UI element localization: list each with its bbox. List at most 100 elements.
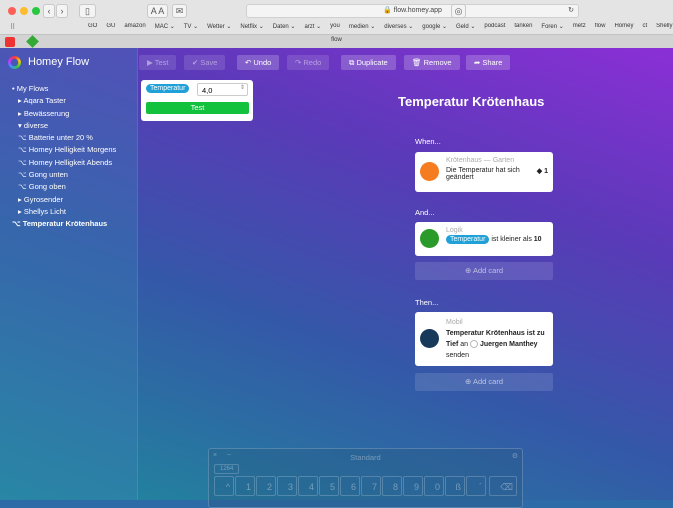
bookmark-item[interactable]: podcast — [484, 23, 505, 33]
bookmark-item[interactable]: Netflix ⌄ — [240, 23, 263, 33]
test-label: Test — [154, 58, 169, 67]
keyboard-key[interactable]: ß — [445, 476, 465, 496]
token-pill: Temperatur — [146, 84, 190, 93]
sidebar-item[interactable]: ⌥ Gong oben — [12, 181, 116, 193]
add-card-then-button[interactable]: ⊕ Add card — [415, 373, 553, 391]
bookmark-item[interactable]: ct — [642, 23, 647, 33]
redo-button[interactable]: ↷ Redo — [287, 55, 330, 70]
token-count: ◆ 1 — [537, 167, 548, 175]
bookmark-item[interactable]: Foren ⌄ — [541, 23, 563, 33]
card-source: Mobil — [446, 319, 463, 326]
sidebar-item[interactable]: ▸ Aqara Taster — [12, 95, 116, 107]
extension-icon[interactable]: ◎ — [451, 4, 466, 18]
sidebar-item[interactable]: ▸ Gyrosender — [12, 194, 116, 206]
font-larger[interactable]: A — [158, 6, 164, 16]
reload-icon[interactable]: ↻ — [568, 5, 574, 17]
sidebar-item-label: Bewässerung — [23, 108, 70, 118]
address-bar[interactable]: 🔒 flow.homey.app ↻ — [246, 4, 579, 18]
keyboard-key[interactable]: 7 — [361, 476, 381, 496]
bookmark-item[interactable]: you — [330, 23, 340, 33]
user-name[interactable]: Juergen Manthey — [480, 341, 538, 348]
bookmark-item[interactable]: Homey — [614, 23, 633, 33]
sidebar-item[interactable]: ▸ Shellys Licht — [12, 206, 116, 218]
run-test-button[interactable]: Test — [146, 102, 249, 114]
value-input[interactable]: 4,0 ⇕ — [197, 83, 248, 96]
an-text: an — [460, 341, 469, 348]
tab-title[interactable]: flow — [0, 37, 673, 43]
keyboard-key[interactable]: 0 — [424, 476, 444, 496]
bookmark-item[interactable]: arzt ⌄ — [304, 23, 321, 33]
remove-button[interactable]: 🗑 Remove — [404, 55, 460, 70]
sidebar-item[interactable]: ▸ Bewässerung — [12, 108, 116, 120]
sidebar-toggle-icon[interactable]: ▯ — [79, 4, 96, 18]
minimize-window-button[interactable] — [20, 7, 28, 15]
sidebar-item[interactable]: ⌥ Batterie unter 20 % — [12, 132, 116, 144]
sidebar-item-label: Aqara Taster — [23, 96, 66, 106]
bookmark-item[interactable]: metz — [573, 23, 586, 33]
share-button[interactable]: ➦ Share — [466, 55, 511, 70]
test-button[interactable]: ▶ Test — [139, 55, 177, 70]
sidebar-item[interactable]: ▾ diverse — [12, 120, 116, 132]
bookmark-item[interactable]: GU — [106, 23, 115, 33]
keyboard-key[interactable]: ^ — [214, 476, 234, 496]
keyboard-suggestion[interactable]: 1264 — [214, 464, 240, 474]
sidebar-item[interactable]: ⌥ Gong unten — [12, 169, 116, 181]
keyboard-settings-icon[interactable]: ⚙ — [512, 452, 518, 460]
logic-icon — [420, 229, 439, 248]
bookmark-item[interactable]: Wetter ⌄ — [207, 23, 231, 33]
tree-root[interactable]: • My Flows — [12, 83, 116, 95]
keyboard-key[interactable]: ⌫ — [489, 476, 517, 496]
stepper-icon[interactable]: ⇕ — [240, 84, 245, 91]
bookmark-item[interactable]: tanken — [514, 23, 532, 33]
bookmark-item[interactable]: Geld ⌄ — [456, 23, 475, 33]
keyboard-key[interactable]: 2 — [256, 476, 276, 496]
mail-icon[interactable]: ✉ — [172, 4, 187, 18]
flow-icon: ⌥ — [18, 133, 29, 143]
keyboard-key[interactable]: 1 — [235, 476, 255, 496]
bookmark-item[interactable]: diverses ⌄ — [384, 23, 413, 33]
keyboard-key[interactable]: 8 — [382, 476, 402, 496]
back-icon[interactable]: ‹ — [43, 4, 55, 18]
keyboard-key[interactable]: 4 — [298, 476, 318, 496]
bookmarks-bar: GO GU amazon MAC ⌄ TV ⌄ Wetter ⌄ Netflix ⌄ Date… — [88, 23, 673, 33]
bookmark-item[interactable]: google ⌄ — [422, 23, 447, 33]
bookmark-item[interactable]: Shelly — [656, 23, 672, 33]
bookmark-item[interactable]: TV ⌄ — [184, 23, 198, 33]
sidebar-item[interactable]: ⌥ Homey Helligkeit Morgens — [12, 144, 116, 156]
sidebar-item-label: Gong oben — [28, 182, 66, 192]
duplicate-button[interactable]: ⧉ Duplicate — [341, 55, 396, 70]
sidebar-item[interactable]: ⌥ Homey Helligkeit Abends — [12, 157, 116, 169]
value-text: 4,0 — [202, 86, 213, 95]
bookmark-item[interactable]: GO — [88, 23, 97, 33]
keyboard-key[interactable]: 5 — [319, 476, 339, 496]
bookmark-item[interactable]: flow — [595, 23, 606, 33]
close-window-button[interactable] — [8, 7, 16, 15]
user-avatar — [470, 340, 479, 349]
keyboard-key[interactable]: 9 — [403, 476, 423, 496]
keyboard-key[interactable]: 6 — [340, 476, 360, 496]
then-card[interactable]: Mobil Temperatur Krötenhaus ist zu Tief … — [415, 312, 553, 366]
card-value[interactable]: 10 — [534, 236, 542, 243]
add-card-and-button[interactable]: ⊕ Add card — [415, 262, 553, 280]
font-size-button[interactable]: A A — [147, 4, 168, 18]
sensor-device-icon — [420, 162, 439, 181]
bookmark-item[interactable]: amazon — [124, 23, 145, 33]
remove-label: Remove — [423, 58, 452, 67]
token-pill[interactable]: Temperatur — [446, 235, 490, 244]
sidebar-item[interactable]: ⌥ Temperatur Krötenhaus — [12, 218, 116, 230]
when-card[interactable]: Krötenhaus — Garten Die Temperatur hat s… — [415, 152, 553, 192]
forward-icon[interactable]: › — [56, 4, 68, 18]
bookmark-item[interactable]: Daten ⌄ — [273, 23, 296, 33]
keyboard-title: Standard — [350, 453, 381, 462]
and-card[interactable]: Logik Temperatur ist kleiner als 10 — [415, 222, 553, 256]
font-smaller[interactable]: A — [151, 6, 157, 16]
bookmark-item[interactable]: MAC ⌄ — [155, 23, 175, 33]
url-text[interactable]: flow.homey.app — [394, 7, 442, 14]
keyboard-key[interactable]: 3 — [277, 476, 297, 496]
keyboard-key[interactable]: ´ — [466, 476, 486, 496]
save-button[interactable]: ✔ Save — [184, 55, 226, 70]
undo-button[interactable]: ↶ Undo — [237, 55, 280, 70]
zoom-window-button[interactable] — [32, 7, 40, 15]
bookmark-item[interactable]: medien ⌄ — [349, 23, 375, 33]
bookmarks-grid-icon[interactable]: ⠿ — [10, 23, 15, 31]
